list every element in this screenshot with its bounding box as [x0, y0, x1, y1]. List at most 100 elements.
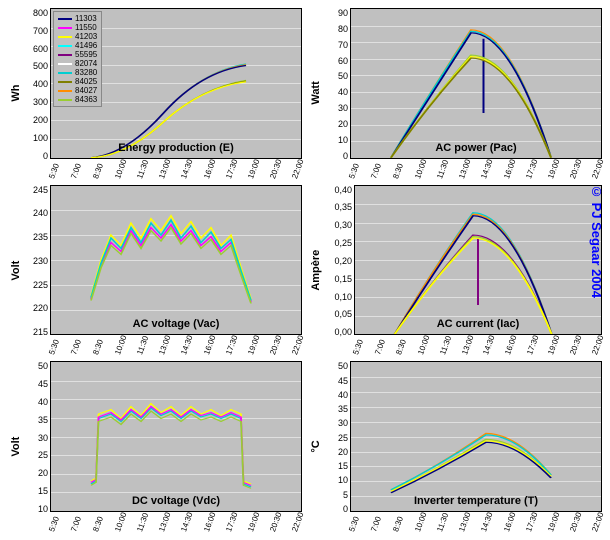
xtick-label: 19:00: [546, 513, 561, 533]
legend-swatch: [58, 99, 72, 101]
yticks: 0,400,350,300,250,200,150,100,050,00: [324, 185, 354, 338]
ytick-label: 20: [338, 119, 348, 129]
xtick-label: 10:00: [416, 336, 431, 356]
ytick-label: 35: [38, 415, 48, 425]
xtick-label: 17:30: [525, 336, 540, 356]
xticks: 5:307:008:3010:0011:3013:0014:3016:0017:…: [354, 335, 602, 355]
legend-entry: 84025: [58, 77, 97, 86]
xtick-label: 11:30: [436, 513, 451, 533]
legend-entry: 84027: [58, 86, 97, 95]
xtick-label: 5:30: [351, 336, 366, 356]
ytick-label: 0,35: [334, 202, 352, 212]
ytick-label: 15: [338, 461, 348, 471]
plot-area: 1130311550412034149655595820748328084025…: [50, 8, 302, 159]
xticks: 5:307:008:3010:0011:3013:0014:3016:0017:…: [50, 159, 302, 179]
yticks: 50454035302520151050: [324, 361, 350, 514]
ytick-label: 15: [38, 486, 48, 496]
xtick-label: 22:00: [290, 513, 305, 533]
xtick-label: 11:30: [436, 160, 451, 180]
ytick-label: 35: [338, 404, 348, 414]
xtick-label: 7:00: [373, 336, 388, 356]
xtick-label: 20:30: [268, 336, 283, 356]
xtick-label: 13:00: [158, 160, 173, 180]
panel-vac: Volt 245240235230225220215 AC voltage (V…: [8, 185, 302, 356]
legend-label: 82074: [75, 59, 97, 68]
xtick-label: 16:00: [503, 336, 518, 356]
legend-swatch: [58, 90, 72, 92]
plot-area: AC current (Iac): [354, 185, 602, 336]
xtick-label: 16:00: [202, 513, 217, 533]
ytick-label: 30: [338, 418, 348, 428]
ytick-label: 40: [338, 87, 348, 97]
ytick-label: 230: [33, 256, 48, 266]
legend-label: 11550: [75, 23, 97, 32]
ytick-label: 70: [338, 40, 348, 50]
xtick-label: 22:00: [590, 336, 605, 356]
xticks: 5:307:008:3010:0011:3013:0014:3016:0017:…: [350, 159, 602, 179]
ytick-label: 20: [38, 468, 48, 478]
ytick-label: 0,20: [334, 256, 352, 266]
ytick-label: 50: [338, 71, 348, 81]
xtick-label: 19:00: [246, 336, 261, 356]
xtick-label: 8:30: [91, 513, 106, 533]
legend-label: 55595: [75, 50, 97, 59]
xtick-label: 5:30: [47, 336, 62, 356]
ylabel: Volt: [8, 185, 24, 356]
xtick-label: 13:00: [458, 160, 473, 180]
xtick-label: 10:00: [413, 160, 428, 180]
ylabel: °C: [308, 361, 324, 532]
yticks: 8007006005004003002001000: [24, 8, 50, 161]
ytick-label: 240: [33, 208, 48, 218]
legend-label: 41496: [75, 41, 97, 50]
xtick-label: 13:00: [158, 336, 173, 356]
xtick-label: 8:30: [91, 160, 106, 180]
xtick-label: 14:30: [480, 160, 495, 180]
xtick-label: 20:30: [268, 160, 283, 180]
plot-area: AC voltage (Vac): [50, 185, 302, 336]
xtick-label: 11:30: [136, 513, 151, 533]
legend-label: 83280: [75, 68, 97, 77]
legend-swatch: [58, 18, 72, 20]
ylabel: Watt: [308, 8, 324, 179]
panel-vdc: Volt 504540353025201510 DC voltage (Vdc)…: [8, 361, 302, 532]
xtick-label: 14:30: [180, 336, 195, 356]
ytick-label: 90: [338, 8, 348, 18]
xtick-label: 17:30: [224, 513, 239, 533]
ytick-label: 800: [33, 8, 48, 18]
ytick-label: 100: [33, 133, 48, 143]
legend-label: 84363: [75, 95, 97, 104]
xtick-label: 8:30: [391, 513, 406, 533]
ytick-label: 0,25: [334, 238, 352, 248]
xtick-label: 11:30: [438, 336, 453, 356]
xtick-label: 14:30: [480, 513, 495, 533]
legend-swatch: [58, 54, 72, 56]
xtick-label: 16:00: [502, 513, 517, 533]
xtick-label: 22:00: [590, 513, 605, 533]
legend-label: 84025: [75, 77, 97, 86]
xtick-label: 19:00: [246, 160, 261, 180]
ytick-label: 0: [343, 151, 348, 161]
xtick-label: 5:30: [47, 513, 62, 533]
ytick-label: 200: [33, 115, 48, 125]
legend-entry: 41496: [58, 41, 97, 50]
yticks: 9080706050403020100: [324, 8, 350, 161]
xtick-label: 7:00: [369, 513, 384, 533]
legend-entry: 84363: [58, 95, 97, 104]
ylabel: Wh: [8, 8, 24, 179]
legend-swatch: [58, 27, 72, 29]
xtick-label: 14:30: [180, 513, 195, 533]
ytick-label: 235: [33, 232, 48, 242]
legend-entry: 11303: [58, 14, 97, 23]
legend-entry: 82074: [58, 59, 97, 68]
legend-label: 41203: [75, 32, 97, 41]
panel-iac: Ampère 0,400,350,300,250,200,150,100,050…: [308, 185, 602, 356]
ytick-label: 300: [33, 97, 48, 107]
xtick-label: 11:30: [136, 336, 151, 356]
xtick-label: 17:30: [224, 160, 239, 180]
ytick-label: 0,05: [334, 309, 352, 319]
legend-swatch: [58, 63, 72, 65]
ytick-label: 40: [338, 390, 348, 400]
plot-area: Inverter temperature (T): [350, 361, 602, 512]
xtick-label: 17:30: [524, 513, 539, 533]
xtick-label: 20:30: [568, 513, 583, 533]
